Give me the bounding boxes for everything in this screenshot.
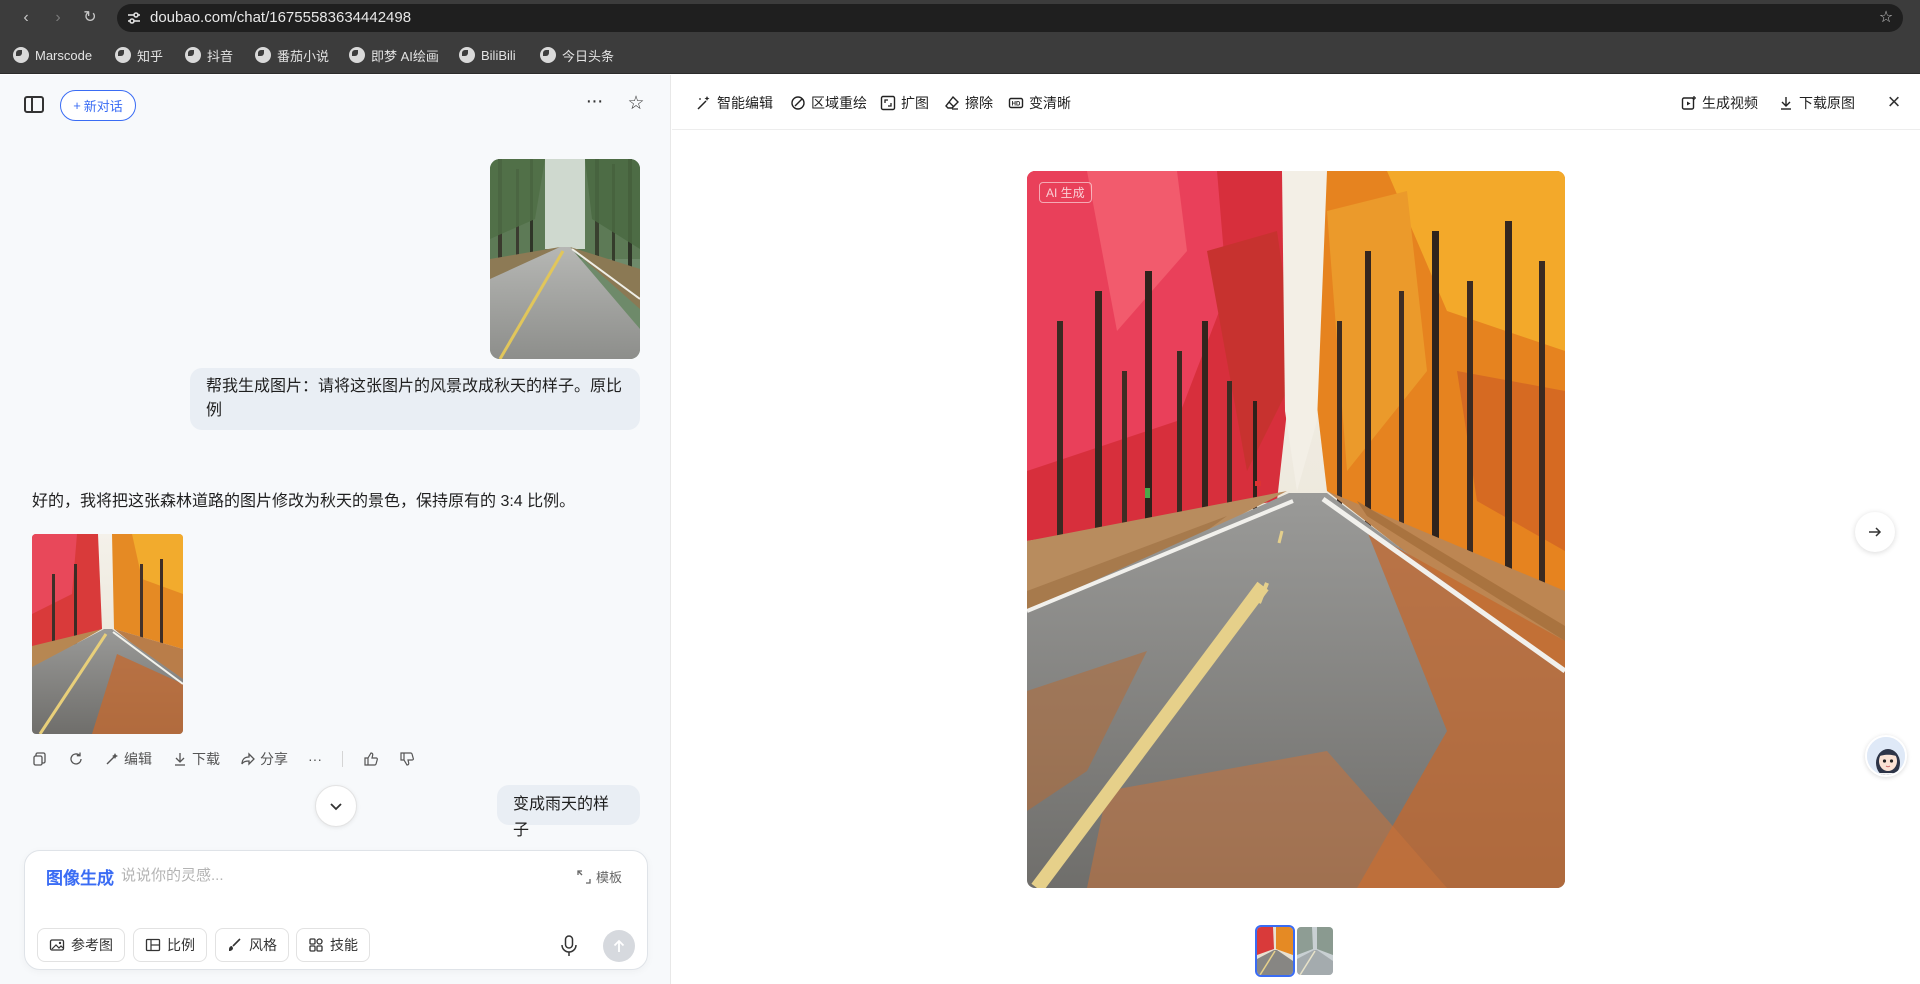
bookmarks-bar: Marscode 知乎 抖音 番茄小说 即梦 AI绘画 BiliBili 今日头…: [0, 36, 1920, 74]
globe-icon: [459, 47, 475, 63]
skills-button[interactable]: 技能: [296, 928, 370, 962]
repaint-icon: [791, 96, 805, 110]
send-button[interactable]: [603, 930, 635, 962]
image-icon: [49, 939, 65, 951]
bookmark-item[interactable]: 番茄小说: [255, 45, 329, 65]
download-icon: [175, 753, 185, 766]
chevron-down-icon: [330, 803, 342, 811]
image-viewer: 智能编辑 区域重绘 扩图 擦除 HD 变清晰 生成视频 下载原图 × AI 生成: [672, 75, 1920, 984]
bookmark-star-icon[interactable]: ☆: [1877, 9, 1895, 27]
reload-icon[interactable]: ↻: [78, 6, 102, 30]
user-message-bubble: 变成雨天的样子: [497, 785, 640, 839]
outpaint-icon: [880, 95, 896, 111]
download-icon: [1781, 97, 1791, 110]
globe-icon: [115, 47, 131, 63]
apps-icon: [309, 938, 323, 952]
download-button[interactable]: 下载: [172, 749, 220, 769]
thumbs-down-button[interactable]: [399, 751, 415, 767]
thumbnail-rainy[interactable]: [1297, 927, 1333, 975]
globe-icon: [349, 47, 365, 63]
back-arrow-icon[interactable]: ‹: [14, 6, 38, 30]
generated-image-preview[interactable]: AI 生成: [1027, 171, 1565, 888]
copy-button[interactable]: [32, 751, 48, 767]
video-add-icon: [1681, 96, 1696, 110]
region-repaint-button[interactable]: 区域重绘: [790, 93, 867, 113]
assistant-reply-text: 好的，我将把这张森林道路的图片修改为秋天的景色，保持原有的 3:4 比例。: [32, 493, 576, 510]
eraser-icon: [945, 95, 959, 110]
url-bar[interactable]: doubao.com/chat/16755583634442498 ☆: [117, 4, 1903, 32]
user-uploaded-image[interactable]: [490, 159, 640, 359]
image-generation-mode-label[interactable]: 图像生成: [46, 864, 114, 889]
template-button[interactable]: 模板: [577, 867, 622, 886]
erase-button[interactable]: 擦除: [944, 93, 993, 113]
ai-generated-badge: AI 生成: [1039, 182, 1092, 203]
magic-wand-icon: [697, 96, 710, 110]
prompt-input[interactable]: [121, 864, 471, 886]
arrow-up-icon: [613, 939, 625, 952]
globe-icon: [13, 47, 29, 63]
sidebar-toggle-icon[interactable]: [24, 96, 44, 113]
generate-video-button[interactable]: 生成视频: [1681, 93, 1758, 113]
viewer-toolbar: 智能编辑 区域重绘 扩图 擦除 HD 变清晰 生成视频 下载原图 ×: [672, 75, 1920, 130]
bookmark-item[interactable]: 今日头条: [540, 45, 614, 65]
bookmark-item[interactable]: BiliBili: [459, 45, 516, 65]
edit-button[interactable]: 编辑: [104, 749, 152, 769]
bookmark-item[interactable]: Marscode: [13, 45, 92, 65]
thumbs-down-icon: [400, 752, 414, 766]
regenerate-button[interactable]: [68, 751, 84, 767]
user-message-bubble: 帮我生成图片：请将这张图片的风景改成秋天的样子。原比例: [190, 368, 640, 430]
arrow-right-icon: [1869, 527, 1882, 537]
url-text[interactable]: doubao.com/chat/16755583634442498: [150, 4, 411, 32]
share-button[interactable]: 分享: [240, 749, 288, 769]
download-original-button[interactable]: 下载原图: [1778, 93, 1855, 113]
copy-icon: [33, 752, 46, 766]
divider: [342, 751, 343, 767]
bookmark-item[interactable]: 抖音: [185, 45, 233, 65]
thumbs-up-icon: [364, 752, 378, 766]
close-icon[interactable]: ×: [1884, 91, 1904, 113]
message-actions: 编辑 下载 分享 ···: [32, 747, 435, 771]
thumbs-up-button[interactable]: [363, 751, 379, 767]
brush-icon: [229, 938, 241, 951]
expand-icon: [577, 869, 591, 884]
bookmark-item[interactable]: 即梦 AI绘画: [349, 45, 439, 65]
refresh-icon: [70, 752, 82, 765]
expand-image-button[interactable]: 扩图: [880, 93, 929, 113]
forward-arrow-icon[interactable]: ›: [46, 6, 70, 30]
ratio-icon: [145, 938, 161, 952]
plus-icon: +: [73, 98, 81, 113]
globe-icon: [255, 47, 271, 63]
smart-edit-button[interactable]: 智能编辑: [696, 93, 773, 113]
bookmark-item[interactable]: 知乎: [115, 45, 163, 65]
microphone-icon[interactable]: [559, 935, 579, 957]
chat-panel: + 新对话 ··· ☆ 帮我生成图片：请将这张图片的风景改成秋天的样子。原比例: [0, 75, 671, 984]
site-settings-icon[interactable]: [126, 10, 142, 26]
browser-address-bar: ‹ › ↻ doubao.com/chat/16755583634442498 …: [0, 0, 1920, 36]
generated-image-thumbnail[interactable]: [32, 534, 183, 734]
thumbnail-autumn[interactable]: [1255, 925, 1295, 977]
enhance-clarity-button[interactable]: HD 变清晰: [1008, 93, 1071, 113]
share-icon: [241, 752, 255, 766]
globe-icon: [185, 47, 201, 63]
hd-icon: HD: [1008, 97, 1024, 109]
more-options-icon[interactable]: ···: [582, 91, 606, 115]
chat-header: + 新对话 ··· ☆: [0, 75, 671, 135]
globe-icon: [540, 47, 556, 63]
scroll-to-bottom-button[interactable]: [315, 785, 357, 827]
edit-wand-icon: [106, 753, 118, 765]
new-chat-button[interactable]: + 新对话: [60, 90, 136, 121]
next-image-button[interactable]: [1855, 512, 1895, 552]
more-actions-button[interactable]: ···: [308, 751, 322, 767]
aspect-ratio-button[interactable]: 比例: [133, 928, 207, 962]
assistant-avatar[interactable]: [1865, 735, 1907, 777]
reference-image-button[interactable]: 参考图: [37, 928, 125, 962]
favorite-star-icon[interactable]: ☆: [624, 92, 648, 116]
svg-text:HD: HD: [1012, 102, 1021, 108]
message-composer: 图像生成 模板 参考图 比例 风格 技能: [24, 850, 648, 970]
style-button[interactable]: 风格: [215, 928, 289, 962]
